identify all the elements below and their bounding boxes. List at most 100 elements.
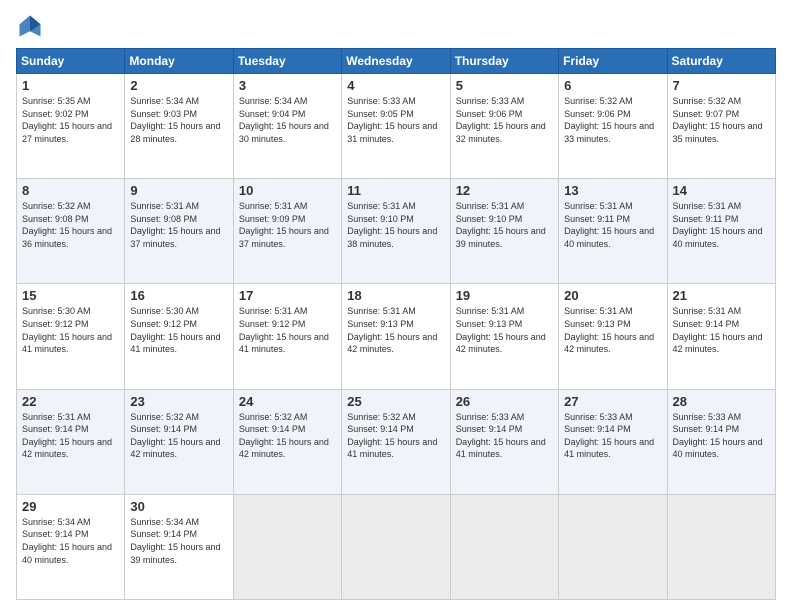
- calendar-day-cell: 1 Sunrise: 5:35 AMSunset: 9:02 PMDaylight…: [17, 74, 125, 179]
- day-of-week-header: Friday: [559, 49, 667, 74]
- calendar-week-row: 15Sunrise: 5:30 AMSunset: 9:12 PMDayligh…: [17, 284, 776, 389]
- calendar-day-cell: 24 Sunrise: 5:32 AMSunset: 9:14 PMDayligh…: [233, 389, 341, 494]
- day-number: 24: [239, 394, 336, 409]
- calendar-day-cell: 23 Sunrise: 5:32 AMSunset: 9:14 PMDayligh…: [125, 389, 233, 494]
- day-info: Sunrise: 5:32 AMSunset: 9:08 PMDaylight:…: [22, 201, 112, 249]
- day-of-week-header: Tuesday: [233, 49, 341, 74]
- day-info: Sunrise: 5:33 AMSunset: 9:05 PMDaylight:…: [347, 96, 437, 144]
- calendar-day-cell: 18 Sunrise: 5:31 AMSunset: 9:13 PMDayligh…: [342, 284, 450, 389]
- day-info: Sunrise: 5:31 AMSunset: 9:13 PMDaylight:…: [456, 306, 546, 354]
- calendar-week-row: 29 Sunrise: 5:34 AMSunset: 9:14 PMDayligh…: [17, 494, 776, 599]
- calendar-day-cell: 5 Sunrise: 5:33 AMSunset: 9:06 PMDaylight…: [450, 74, 558, 179]
- day-number: 27: [564, 394, 661, 409]
- day-number: 29: [22, 499, 119, 514]
- day-info: Sunrise: 5:34 AMSunset: 9:14 PMDaylight:…: [130, 517, 220, 565]
- calendar-day-cell: 30 Sunrise: 5:34 AMSunset: 9:14 PMDayligh…: [125, 494, 233, 599]
- calendar: SundayMondayTuesdayWednesdayThursdayFrid…: [16, 48, 776, 600]
- day-info: Sunrise: 5:31 AMSunset: 9:08 PMDaylight:…: [130, 201, 220, 249]
- day-number: 26: [456, 394, 553, 409]
- day-number: 22: [22, 394, 119, 409]
- day-number: 30: [130, 499, 227, 514]
- day-number: 1: [22, 78, 119, 93]
- day-info: Sunrise: 5:30 AMSunset: 9:12 PMDaylight:…: [130, 306, 220, 354]
- calendar-day-cell: 9Sunrise: 5:31 AMSunset: 9:08 PMDaylight…: [125, 179, 233, 284]
- calendar-day-cell: 17 Sunrise: 5:31 AMSunset: 9:12 PMDayligh…: [233, 284, 341, 389]
- day-info: Sunrise: 5:33 AMSunset: 9:06 PMDaylight:…: [456, 96, 546, 144]
- calendar-day-cell: 10 Sunrise: 5:31 AMSunset: 9:09 PMDayligh…: [233, 179, 341, 284]
- calendar-day-cell: [233, 494, 341, 599]
- calendar-day-cell: 3 Sunrise: 5:34 AMSunset: 9:04 PMDaylight…: [233, 74, 341, 179]
- day-of-week-header: Sunday: [17, 49, 125, 74]
- calendar-day-cell: 16 Sunrise: 5:30 AMSunset: 9:12 PMDayligh…: [125, 284, 233, 389]
- calendar-day-cell: 20 Sunrise: 5:31 AMSunset: 9:13 PMDayligh…: [559, 284, 667, 389]
- day-info: Sunrise: 5:31 AMSunset: 9:10 PMDaylight:…: [456, 201, 546, 249]
- calendar-header-row: SundayMondayTuesdayWednesdayThursdayFrid…: [17, 49, 776, 74]
- day-number: 10: [239, 183, 336, 198]
- header: [16, 12, 776, 40]
- calendar-day-cell: 28 Sunrise: 5:33 AMSunset: 9:14 PMDayligh…: [667, 389, 775, 494]
- day-number: 16: [130, 288, 227, 303]
- calendar-day-cell: 13Sunrise: 5:31 AMSunset: 9:11 PMDayligh…: [559, 179, 667, 284]
- day-number: 18: [347, 288, 444, 303]
- calendar-day-cell: 6 Sunrise: 5:32 AMSunset: 9:06 PMDaylight…: [559, 74, 667, 179]
- day-number: 28: [673, 394, 770, 409]
- calendar-day-cell: 7 Sunrise: 5:32 AMSunset: 9:07 PMDaylight…: [667, 74, 775, 179]
- day-number: 3: [239, 78, 336, 93]
- day-info: Sunrise: 5:31 AMSunset: 9:11 PMDaylight:…: [564, 201, 654, 249]
- day-number: 7: [673, 78, 770, 93]
- day-info: Sunrise: 5:33 AMSunset: 9:14 PMDaylight:…: [564, 412, 654, 460]
- calendar-day-cell: 25 Sunrise: 5:32 AMSunset: 9:14 PMDayligh…: [342, 389, 450, 494]
- day-info: Sunrise: 5:31 AMSunset: 9:12 PMDaylight:…: [239, 306, 329, 354]
- day-info: Sunrise: 5:33 AMSunset: 9:14 PMDaylight:…: [673, 412, 763, 460]
- logo-icon: [16, 12, 44, 40]
- calendar-day-cell: 26 Sunrise: 5:33 AMSunset: 9:14 PMDayligh…: [450, 389, 558, 494]
- day-info: Sunrise: 5:34 AMSunset: 9:14 PMDaylight:…: [22, 517, 112, 565]
- calendar-day-cell: 8 Sunrise: 5:32 AMSunset: 9:08 PMDaylight…: [17, 179, 125, 284]
- day-number: 17: [239, 288, 336, 303]
- calendar-day-cell: [342, 494, 450, 599]
- day-number: 14: [673, 183, 770, 198]
- day-number: 6: [564, 78, 661, 93]
- day-info: Sunrise: 5:31 AMSunset: 9:10 PMDaylight:…: [347, 201, 437, 249]
- calendar-day-cell: 12 Sunrise: 5:31 AMSunset: 9:10 PMDayligh…: [450, 179, 558, 284]
- day-info: Sunrise: 5:32 AMSunset: 9:14 PMDaylight:…: [130, 412, 220, 460]
- day-number: 25: [347, 394, 444, 409]
- calendar-day-cell: 2 Sunrise: 5:34 AMSunset: 9:03 PMDaylight…: [125, 74, 233, 179]
- day-of-week-header: Saturday: [667, 49, 775, 74]
- calendar-day-cell: 14 Sunrise: 5:31 AMSunset: 9:11 PMDayligh…: [667, 179, 775, 284]
- day-number: 19: [456, 288, 553, 303]
- day-info: Sunrise: 5:31 AMSunset: 9:09 PMDaylight:…: [239, 201, 329, 249]
- day-number: 23: [130, 394, 227, 409]
- calendar-day-cell: 11 Sunrise: 5:31 AMSunset: 9:10 PMDayligh…: [342, 179, 450, 284]
- page: SundayMondayTuesdayWednesdayThursdayFrid…: [0, 0, 792, 612]
- day-info: Sunrise: 5:31 AMSunset: 9:13 PMDaylight:…: [347, 306, 437, 354]
- day-info: Sunrise: 5:31 AMSunset: 9:14 PMDaylight:…: [673, 306, 763, 354]
- day-info: Sunrise: 5:34 AMSunset: 9:03 PMDaylight:…: [130, 96, 220, 144]
- day-number: 5: [456, 78, 553, 93]
- day-info: Sunrise: 5:31 AMSunset: 9:13 PMDaylight:…: [564, 306, 654, 354]
- day-info: Sunrise: 5:32 AMSunset: 9:06 PMDaylight:…: [564, 96, 654, 144]
- day-info: Sunrise: 5:34 AMSunset: 9:04 PMDaylight:…: [239, 96, 329, 144]
- day-of-week-header: Wednesday: [342, 49, 450, 74]
- calendar-week-row: 22Sunrise: 5:31 AMSunset: 9:14 PMDayligh…: [17, 389, 776, 494]
- calendar-day-cell: 29 Sunrise: 5:34 AMSunset: 9:14 PMDayligh…: [17, 494, 125, 599]
- day-of-week-header: Thursday: [450, 49, 558, 74]
- day-info: Sunrise: 5:32 AMSunset: 9:14 PMDaylight:…: [239, 412, 329, 460]
- day-info: Sunrise: 5:32 AMSunset: 9:14 PMDaylight:…: [347, 412, 437, 460]
- day-info: Sunrise: 5:35 AMSunset: 9:02 PMDaylight:…: [22, 96, 112, 144]
- logo: [16, 12, 48, 40]
- calendar-day-cell: [450, 494, 558, 599]
- calendar-day-cell: [559, 494, 667, 599]
- day-info: Sunrise: 5:33 AMSunset: 9:14 PMDaylight:…: [456, 412, 546, 460]
- day-number: 11: [347, 183, 444, 198]
- calendar-day-cell: 15Sunrise: 5:30 AMSunset: 9:12 PMDayligh…: [17, 284, 125, 389]
- day-info: Sunrise: 5:31 AMSunset: 9:11 PMDaylight:…: [673, 201, 763, 249]
- day-number: 20: [564, 288, 661, 303]
- day-number: 2: [130, 78, 227, 93]
- day-number: 12: [456, 183, 553, 198]
- day-info: Sunrise: 5:32 AMSunset: 9:07 PMDaylight:…: [673, 96, 763, 144]
- calendar-day-cell: [667, 494, 775, 599]
- calendar-day-cell: 4Sunrise: 5:33 AMSunset: 9:05 PMDaylight…: [342, 74, 450, 179]
- day-number: 8: [22, 183, 119, 198]
- calendar-week-row: 1 Sunrise: 5:35 AMSunset: 9:02 PMDaylight…: [17, 74, 776, 179]
